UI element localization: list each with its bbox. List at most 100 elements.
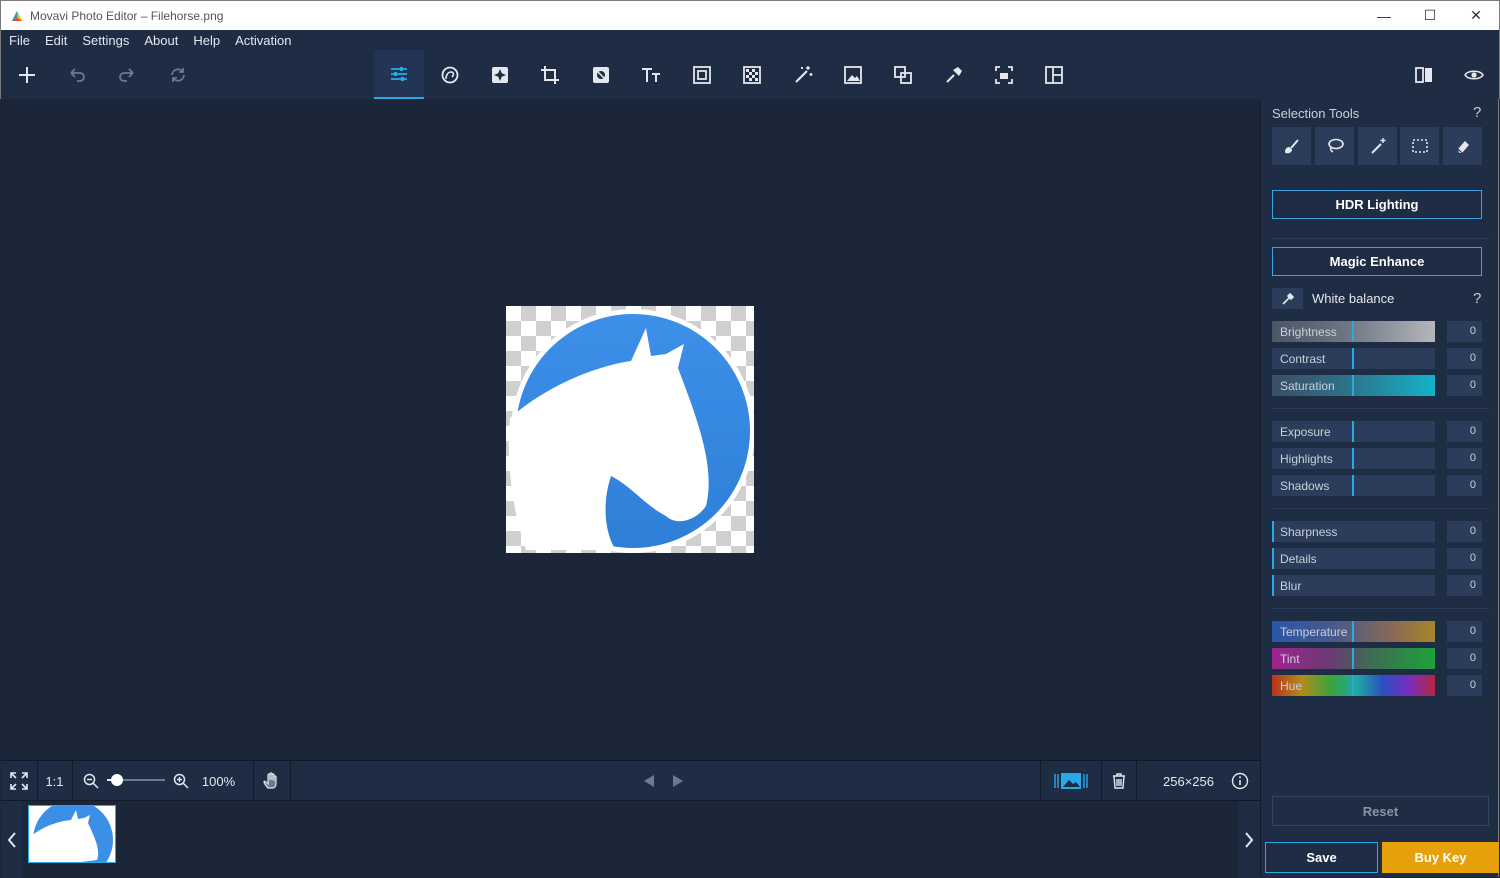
lasso-select-button[interactable] [1315,127,1354,165]
saturation-slider[interactable]: Saturation [1272,375,1435,396]
details-label: Details [1280,552,1317,566]
blur-handle[interactable] [1272,575,1274,596]
tool-frames[interactable] [677,50,727,99]
compare-button[interactable] [1399,50,1449,99]
image-dimensions: 256×256 [1163,773,1214,789]
tool-insert-image[interactable] [828,50,878,99]
tool-effects[interactable] [475,50,525,99]
hdr-lighting-button[interactable]: HDR Lighting [1272,190,1482,219]
shadows-slider[interactable]: Shadows [1272,475,1435,496]
zoom-slider-handle[interactable] [111,774,123,786]
tool-text[interactable] [626,50,676,99]
add-button[interactable] [2,50,52,99]
zoom-in-button[interactable] [171,761,191,801]
tool-object-removal[interactable] [576,50,626,99]
tool-retouch[interactable] [425,50,475,99]
next-image-button[interactable] [668,761,688,801]
transform-icon [894,65,912,84]
redo-button[interactable] [102,50,152,99]
save-button[interactable]: Save [1265,842,1378,873]
reset-button[interactable] [153,50,203,99]
details-value[interactable]: 0 [1447,548,1482,569]
menu-settings[interactable]: Settings [82,33,129,48]
menu-activation[interactable]: Activation [235,33,291,48]
hue-handle[interactable] [1352,675,1354,696]
maximize-button[interactable]: ☐ [1407,1,1453,30]
delete-button[interactable] [1102,761,1136,801]
temperature-label: Temperature [1280,625,1348,639]
hand-tool-button[interactable] [254,761,290,801]
exposure-slider[interactable]: Exposure [1272,421,1435,442]
contrast-value[interactable]: 0 [1447,348,1482,369]
details-slider[interactable]: Details [1272,548,1435,569]
tool-resize[interactable] [979,50,1029,99]
thumbnail-image [29,806,115,862]
tool-enhance-pin[interactable] [929,50,979,99]
hue-value[interactable]: 0 [1447,675,1482,696]
rect-select-button[interactable] [1400,127,1439,165]
fit-screen-button[interactable] [1,761,37,801]
saturation-handle[interactable] [1352,375,1354,396]
filmstrip-next-button[interactable] [1238,801,1260,878]
contrast-handle[interactable] [1352,348,1354,369]
sharpness-handle[interactable] [1272,521,1274,542]
highlights-slider[interactable]: Highlights [1272,448,1435,469]
shadows-handle[interactable] [1352,475,1354,496]
edited-image[interactable] [506,306,755,553]
brightness-slider[interactable]: Brightness [1272,321,1435,342]
reset-button[interactable]: Reset [1272,796,1489,826]
menu-edit[interactable]: Edit [45,33,67,48]
tool-background[interactable] [727,50,777,99]
filmstrip-prev-button[interactable] [1,801,23,878]
hue-slider[interactable]: Hue [1272,675,1435,696]
zoom-slider[interactable] [107,774,165,786]
previous-image-button[interactable] [639,761,659,801]
brightness-handle[interactable] [1352,321,1354,342]
temperature-handle[interactable] [1352,621,1354,642]
menu-about[interactable]: About [144,33,178,48]
magic-select-button[interactable] [1358,127,1397,165]
minimize-button[interactable]: — [1361,1,1407,30]
tool-transform[interactable] [878,50,928,99]
selection-help-button[interactable]: ? [1473,104,1481,121]
highlights-handle[interactable] [1352,448,1354,469]
eraser-select-button[interactable] [1443,127,1482,165]
tint-slider[interactable]: Tint [1272,648,1435,669]
close-button[interactable]: ✕ [1453,1,1499,30]
brightness-value[interactable]: 0 [1447,321,1482,342]
buy-key-button[interactable]: Buy Key [1382,842,1499,873]
exposure-handle[interactable] [1352,421,1354,442]
saturation-value[interactable]: 0 [1447,375,1482,396]
brush-select-button[interactable] [1272,127,1311,165]
menu-file[interactable]: File [9,33,30,48]
temperature-value[interactable]: 0 [1447,621,1482,642]
magic-enhance-button[interactable]: Magic Enhance [1272,247,1482,276]
white-balance-help-button[interactable]: ? [1473,290,1481,307]
undo-button[interactable] [52,50,102,99]
sharpness-slider[interactable]: Sharpness [1272,521,1435,542]
actual-size-button[interactable]: 1:1 [38,761,71,801]
sharpness-value[interactable]: 0 [1447,521,1482,542]
zoom-out-button[interactable] [81,761,101,801]
details-handle[interactable] [1272,548,1274,569]
tint-handle[interactable] [1352,648,1354,669]
shadows-value[interactable]: 0 [1447,475,1482,496]
contrast-slider[interactable]: Contrast [1272,348,1435,369]
tint-value[interactable]: 0 [1447,648,1482,669]
white-balance-picker-button[interactable] [1272,288,1303,309]
tool-magic-wand[interactable] [778,50,828,99]
blur-value[interactable]: 0 [1447,575,1482,596]
exposure-value[interactable]: 0 [1447,421,1482,442]
blur-slider[interactable]: Blur [1272,575,1435,596]
preview-button[interactable] [1449,50,1499,99]
tool-crop[interactable] [525,50,575,99]
text-icon [642,67,660,82]
info-button[interactable] [1229,761,1251,801]
filmstrip-toggle-button[interactable] [1041,761,1101,801]
tool-layout[interactable] [1029,50,1079,99]
temperature-slider[interactable]: Temperature [1272,621,1435,642]
highlights-value[interactable]: 0 [1447,448,1482,469]
tool-adjust[interactable] [374,50,424,99]
menu-help[interactable]: Help [193,33,220,48]
filmstrip-thumbnail[interactable] [28,805,116,863]
